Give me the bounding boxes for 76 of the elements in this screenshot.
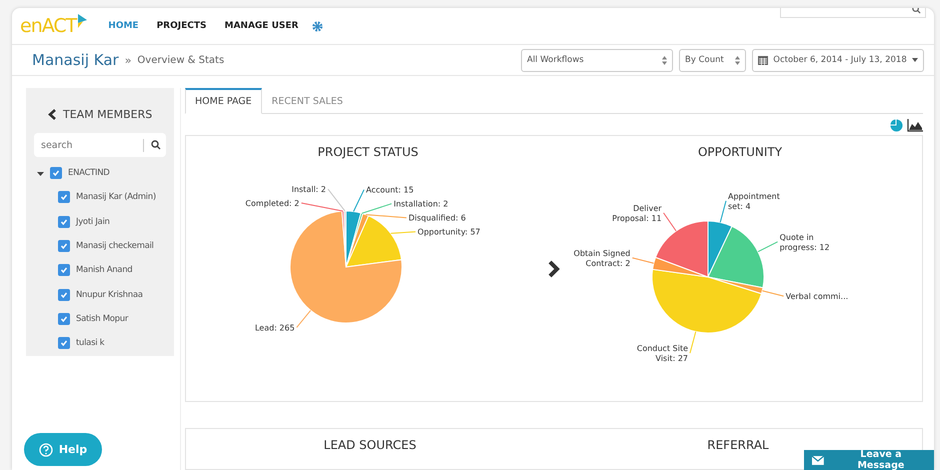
area-chart-icon[interactable] (907, 119, 923, 132)
chart-title: OPPORTUNITY (698, 145, 782, 159)
member-name[interactable]: Nnupur Krishnaa (76, 290, 143, 300)
nav-link[interactable]: MANAGE USER (224, 21, 298, 31)
data-label: Completed: 2 (245, 199, 300, 208)
checkbox[interactable] (58, 337, 70, 350)
help-icon (38, 442, 53, 456)
tab[interactable]: RECENT SALES (262, 88, 353, 114)
checkbox[interactable] (50, 167, 62, 180)
data-label: Disqualified: 6 (408, 214, 466, 223)
data-label: Lead: 265 (254, 323, 295, 332)
flag-icon (76, 14, 88, 28)
leave-message-button[interactable]: Leave a Message (804, 450, 934, 470)
data-label: Obtain Signed Contract: 2 (574, 248, 630, 268)
expand-caret-icon[interactable] (37, 170, 44, 177)
data-label: Account: 15 (366, 186, 414, 195)
mail-icon (812, 456, 824, 464)
calendar-icon (758, 55, 768, 65)
checkbox[interactable] (58, 240, 70, 252)
user-name[interactable]: Manasij Kar (32, 51, 119, 69)
checkbox[interactable] (58, 191, 70, 204)
pie-chart-icon[interactable] (890, 119, 903, 132)
data-label: Verbal commi... (786, 292, 848, 302)
nav-link[interactable]: PROJECTS (156, 21, 206, 31)
member-name[interactable]: Jyoti Jain (76, 216, 110, 227)
leader-line (720, 200, 726, 223)
search-icon[interactable] (151, 140, 161, 150)
checkmark-icon (60, 266, 68, 274)
data-label: Deliver Proposal: 11 (612, 204, 662, 223)
sidebar-title: TEAM MEMBERS (63, 108, 152, 121)
leader-line (390, 231, 416, 234)
back-icon[interactable] (48, 109, 56, 120)
checkbox[interactable] (58, 312, 70, 325)
date-range-picker[interactable]: October 6, 2014 - July 13, 2018 (752, 48, 924, 72)
data-label: Opportunity: 57 (418, 228, 480, 237)
tab[interactable]: HOME PAGE (185, 88, 262, 114)
member-name[interactable]: Manasij Kar (Admin) (76, 192, 156, 202)
settings-icon[interactable] (312, 20, 324, 32)
leader-line (632, 257, 654, 264)
workflow-dropdown[interactable]: All Workflows (521, 48, 673, 72)
member-name[interactable]: Manasij checkemail (76, 241, 154, 252)
search-field[interactable]: search (34, 133, 166, 157)
chart-title: PROJECT STATUS (318, 145, 418, 159)
checkbox[interactable] (58, 264, 70, 276)
checkmark-icon (60, 290, 68, 299)
checkmark-icon (52, 169, 60, 178)
caret-icon (912, 58, 918, 62)
leader-line (762, 290, 784, 297)
member-name[interactable]: tulasi k (76, 338, 104, 348)
leader-line (757, 241, 778, 252)
spinner-arrows-icon (662, 56, 667, 64)
page-title: Overview & Stats (137, 54, 224, 66)
checkmark-icon (60, 193, 68, 202)
leader-line (690, 331, 696, 354)
member-name[interactable]: Satish Mopur (76, 314, 128, 324)
data-label: Quote in progress: 12 (780, 232, 830, 252)
data-label: Appointment set: 4 (728, 192, 780, 211)
team-name[interactable]: ENACTIND (68, 168, 110, 178)
leader-line (296, 310, 312, 328)
checkmark-icon (60, 314, 68, 323)
data-label: Install: 2 (292, 185, 326, 194)
leader-line (663, 212, 677, 232)
nav-link[interactable]: HOME (108, 21, 139, 31)
checkbox[interactable] (58, 216, 70, 228)
data-label: Conduct Site Visit: 27 (636, 344, 688, 364)
measure-dropdown[interactable]: By Count (679, 48, 746, 72)
checkmark-icon (60, 242, 68, 250)
checkbox[interactable] (58, 288, 70, 301)
data-label: Installation: 2 (394, 200, 448, 209)
checkmark-icon (60, 339, 68, 348)
chart-title: LEAD SOURCES (324, 438, 416, 452)
chart-title: REFERRAL (707, 438, 769, 452)
spinner-arrows-icon (735, 56, 740, 64)
breadcrumb-separator: » (124, 54, 132, 66)
checkmark-icon (60, 218, 68, 226)
member-name[interactable]: Manish Anand (76, 265, 132, 276)
